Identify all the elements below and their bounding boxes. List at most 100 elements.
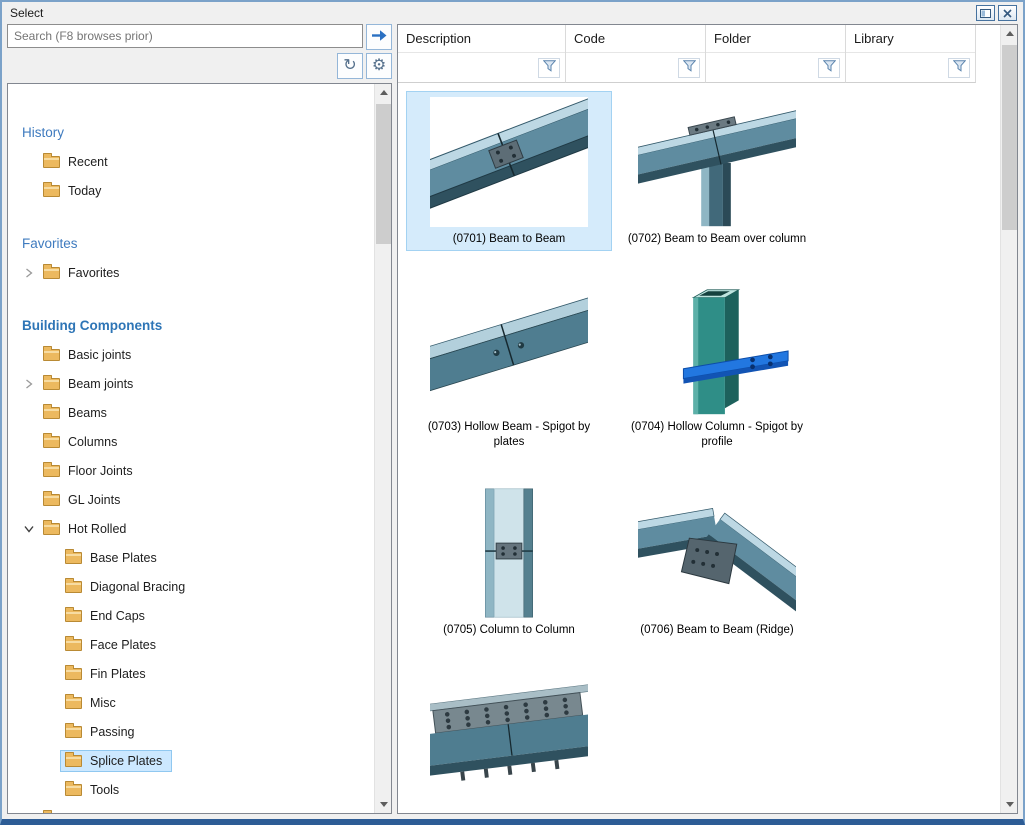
component-thumbnail <box>638 285 796 415</box>
funnel-icon <box>823 60 836 75</box>
column-library: Library <box>846 25 976 83</box>
tree-item-misc[interactable]: Misc <box>8 688 374 717</box>
component-thumbnail <box>430 676 588 806</box>
select-dialog: Select ↻ ⚙ History Recent <box>0 0 1025 825</box>
tree-item-floor-joints[interactable]: Floor Joints <box>8 456 374 485</box>
tree-item-diagonal-bracing[interactable]: Diagonal Bracing <box>8 572 374 601</box>
tree-item-end-caps[interactable]: End Caps <box>8 601 374 630</box>
search-row <box>7 24 392 50</box>
close-button[interactable] <box>998 5 1017 21</box>
folder-icon <box>65 726 82 738</box>
component-caption: (0705) Column to Column <box>443 623 575 638</box>
folder-icon <box>43 523 60 535</box>
component-tile-0703[interactable]: (0703) Hollow Beam - Spigot by plates <box>406 279 612 454</box>
component-tile-0704[interactable]: (0704) Hollow Column - Spigot by profile <box>614 279 820 454</box>
folder-icon <box>43 465 60 477</box>
scroll-down-button[interactable] <box>375 796 392 813</box>
column-code: Code <box>566 25 706 83</box>
funnel-icon <box>953 60 966 75</box>
component-tile-0702[interactable]: (0702) Beam to Beam over column <box>614 91 820 251</box>
folder-icon <box>43 267 60 279</box>
tree-item-base-plates[interactable]: Base Plates <box>8 543 374 572</box>
tree-item-columns[interactable]: Columns <box>8 427 374 456</box>
funnel-icon <box>683 60 696 75</box>
component-thumbnail <box>430 97 588 227</box>
tree-item-gl-joints[interactable]: GL Joints <box>8 485 374 514</box>
tree-item-splice-plates[interactable]: Splice Plates <box>8 746 374 775</box>
folder-icon <box>43 813 60 814</box>
scroll-up-button[interactable] <box>375 84 392 101</box>
tree-item-hot-rolled[interactable]: Hot Rolled <box>8 514 374 543</box>
grid-scrollbar[interactable] <box>1000 25 1017 813</box>
column-header-code[interactable]: Code <box>566 25 705 53</box>
gear-icon: ⚙ <box>372 58 386 74</box>
column-header-description[interactable]: Description <box>398 25 565 53</box>
column-header-folder[interactable]: Folder <box>706 25 845 53</box>
tree-item-recent[interactable]: Recent <box>8 147 374 176</box>
component-grid: (0701) Beam to Beam <box>398 83 1000 813</box>
filter-button-library[interactable] <box>948 58 970 78</box>
component-caption: (0701) Beam to Beam <box>453 232 566 247</box>
chevron-right-icon[interactable] <box>20 379 38 389</box>
tree-scrollbar[interactable] <box>374 84 391 813</box>
scroll-up-button[interactable] <box>1001 25 1018 42</box>
filter-button-code[interactable] <box>678 58 700 78</box>
folder-icon <box>43 378 60 390</box>
filter-button-description[interactable] <box>538 58 560 78</box>
dialog-body: ↻ ⚙ History Recent Today Favorites Favor… <box>2 24 1023 819</box>
close-icon <box>1003 6 1012 21</box>
search-input[interactable] <box>7 24 363 48</box>
chevron-right-icon[interactable] <box>20 268 38 278</box>
folder-icon <box>65 697 82 709</box>
component-panel: Description Code Folder Library <box>397 24 1018 814</box>
tree-item-beams[interactable]: Beams <box>8 398 374 427</box>
folder-icon <box>65 668 82 680</box>
folder-icon <box>43 436 60 448</box>
component-caption: (0706) Beam to Beam (Ridge) <box>640 623 793 638</box>
component-caption: (0704) Hollow Column - Spigot by profile <box>624 420 810 450</box>
tree-section-history[interactable]: History <box>8 118 374 147</box>
tree-item-fin-plates[interactable]: Fin Plates <box>8 659 374 688</box>
folder-icon <box>65 610 82 622</box>
folder-icon <box>43 494 60 506</box>
component-thumbnail <box>430 285 588 415</box>
scrollbar-thumb[interactable] <box>1002 45 1017 230</box>
tree-item-favorites[interactable]: Favorites <box>8 258 374 287</box>
funnel-icon <box>543 60 556 75</box>
scroll-down-button[interactable] <box>1001 796 1018 813</box>
tree-item-passing[interactable]: Passing <box>8 717 374 746</box>
column-description: Description <box>398 25 566 83</box>
pin-button[interactable] <box>976 5 995 21</box>
component-caption: (0702) Beam to Beam over column <box>628 232 806 247</box>
tools-row: ↻ ⚙ <box>7 53 392 79</box>
folder-icon <box>65 784 82 796</box>
tree-item-beam-joints[interactable]: Beam joints <box>8 369 374 398</box>
component-tile-partial[interactable] <box>406 670 612 813</box>
refresh-button[interactable]: ↻ <box>337 53 363 79</box>
component-thumbnail <box>638 488 796 618</box>
component-tile-0701[interactable]: (0701) Beam to Beam <box>406 91 612 251</box>
folder-icon <box>43 407 60 419</box>
search-go-button[interactable] <box>366 24 392 50</box>
titlebar: Select <box>2 2 1023 24</box>
component-tile-0706[interactable]: (0706) Beam to Beam (Ridge) <box>614 482 820 642</box>
filter-button-folder[interactable] <box>818 58 840 78</box>
tree-item-tools[interactable]: Tools <box>8 775 374 804</box>
tree-item-face-plates[interactable]: Face Plates <box>8 630 374 659</box>
component-thumbnail <box>430 488 588 618</box>
folder-icon <box>43 156 60 168</box>
settings-button[interactable]: ⚙ <box>366 53 392 79</box>
refresh-icon: ↻ <box>343 58 356 74</box>
tree-section-building-components[interactable]: Building Components <box>8 311 374 340</box>
tree-item-today[interactable]: Today <box>8 176 374 205</box>
tree-item-basic-joints[interactable]: Basic joints <box>8 340 374 369</box>
scrollbar-thumb[interactable] <box>376 104 391 244</box>
component-tile-0705[interactable]: (0705) Column to Column <box>406 482 612 642</box>
column-header-library[interactable]: Library <box>846 25 975 53</box>
component-thumbnail <box>638 97 796 227</box>
folder-icon <box>43 185 60 197</box>
folder-icon <box>43 349 60 361</box>
tree-section-favorites[interactable]: Favorites <box>8 229 374 258</box>
chevron-down-icon[interactable] <box>20 525 38 533</box>
tree-item-j-clips[interactable]: J Clips <box>8 804 374 813</box>
